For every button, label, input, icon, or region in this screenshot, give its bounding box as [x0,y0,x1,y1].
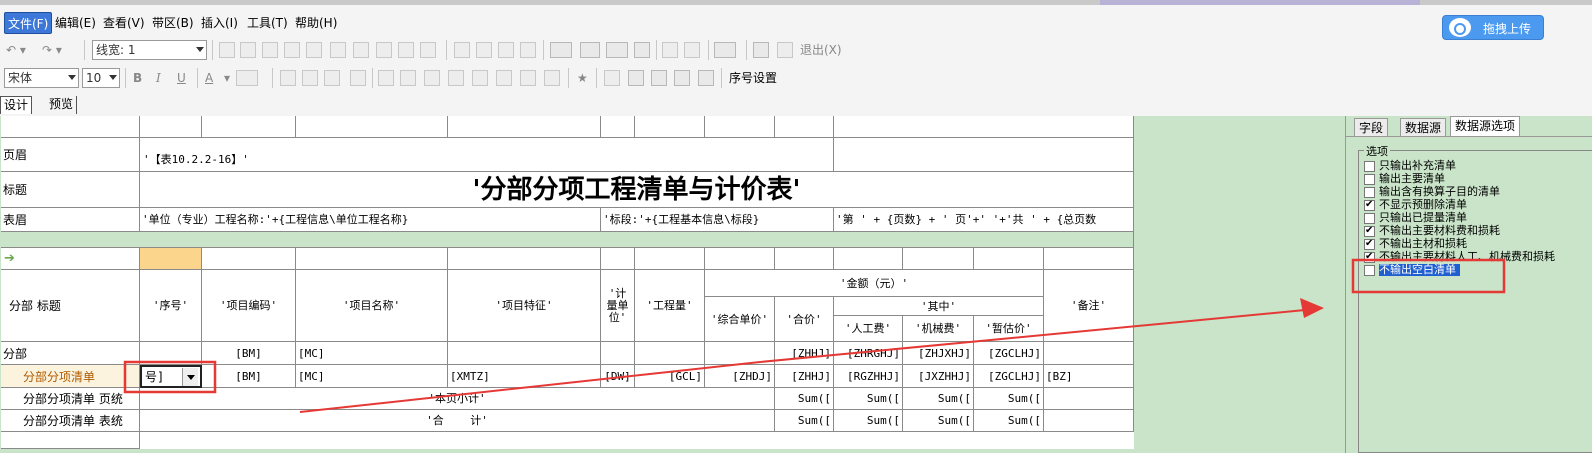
annotation-arrow-line [299,309,1306,413]
annotation-highlight-option [1351,258,1506,294]
annotation-overlay [123,258,1506,413]
annotation-arrow-head [1300,298,1324,318]
annotation-highlight-serial-cell [123,360,217,394]
